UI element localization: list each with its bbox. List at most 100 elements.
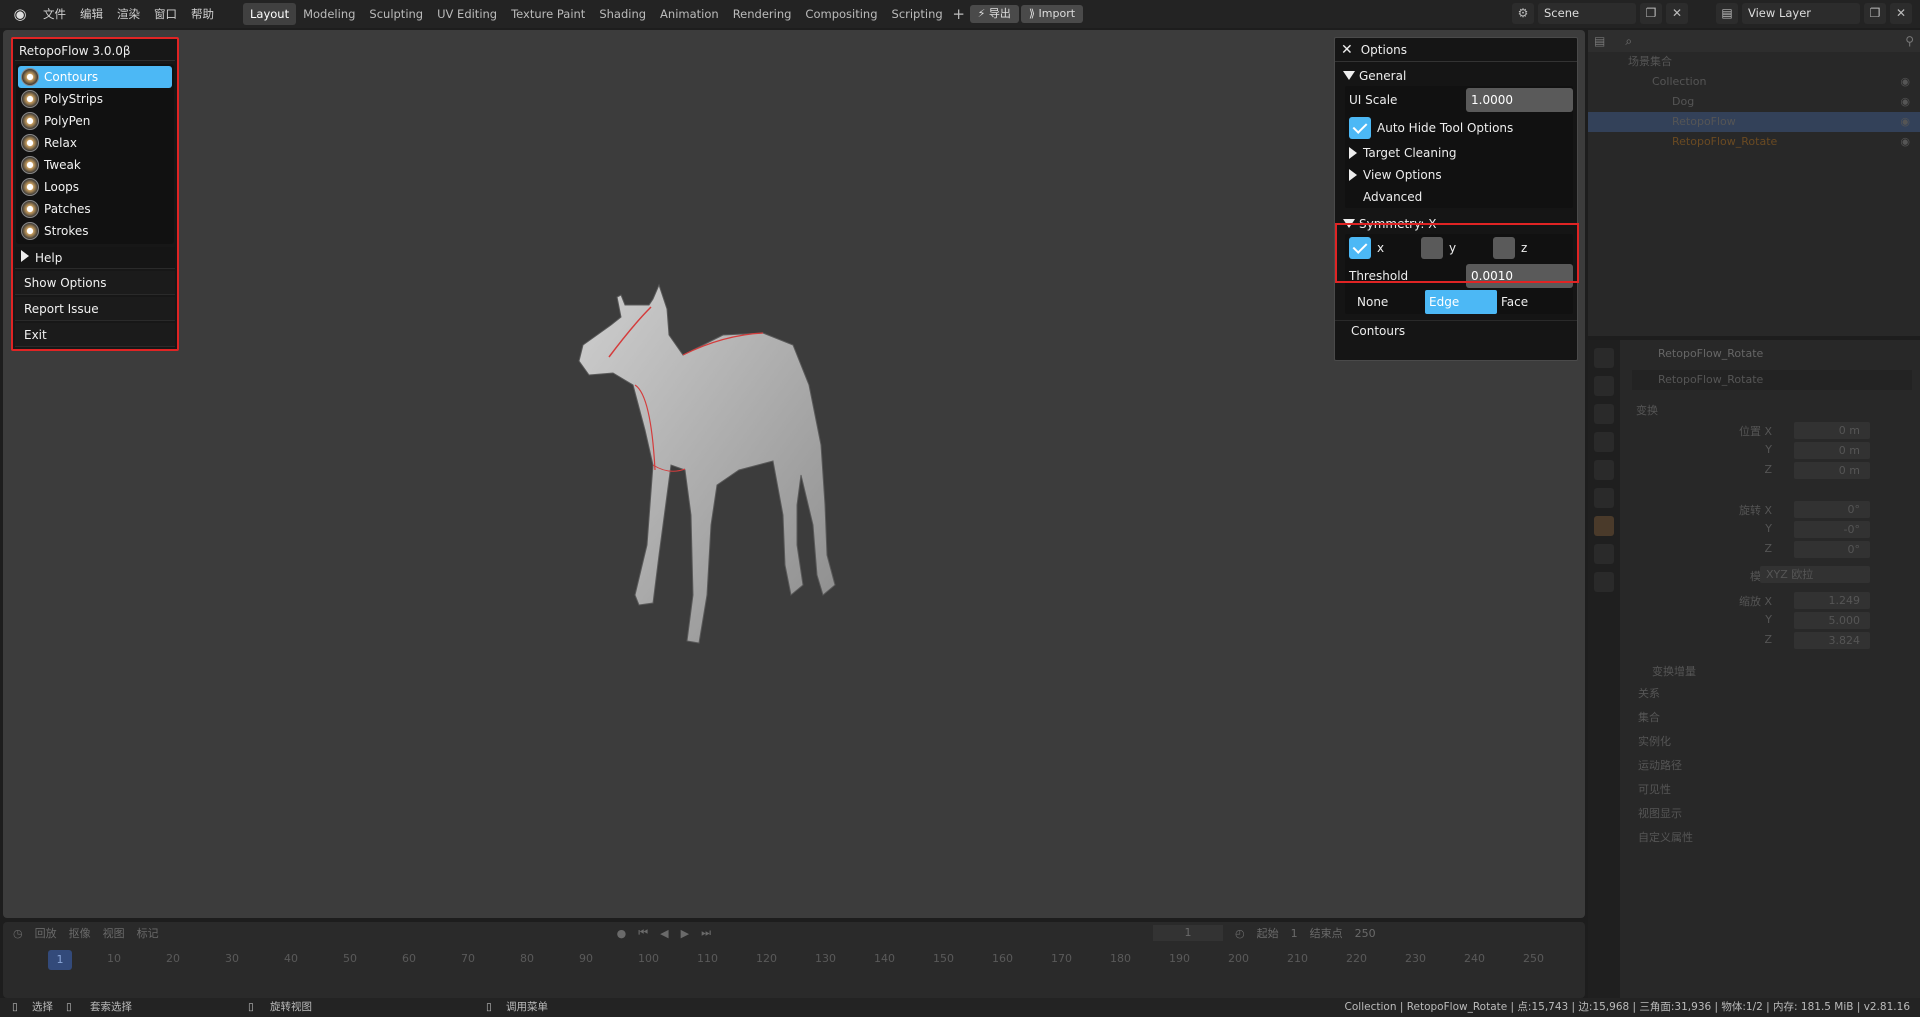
timeline-ruler[interactable]: 1 10 20 30 40 50 60 70 80 90 100 110 120 130 140 150 16… — [3, 950, 1585, 970]
help-toggle[interactable]: Help — [15, 247, 175, 269]
eye-icon[interactable]: ◉ — [1900, 112, 1910, 132]
close-icon[interactable]: ✕ — [1341, 42, 1353, 58]
object-name-field[interactable]: RetopoFlow_Rotate — [1632, 370, 1912, 390]
import-button[interactable]: ⟫ Import — [1020, 5, 1084, 23]
display-edge-option[interactable]: Edge — [1425, 290, 1497, 314]
tab-scripting[interactable]: Scripting — [885, 3, 950, 25]
scene-icon[interactable]: ⚙ — [1512, 3, 1534, 24]
scene-tab-icon[interactable] — [1594, 460, 1614, 480]
physics-tab-icon[interactable] — [1594, 572, 1614, 592]
scene-field[interactable]: Scene — [1538, 3, 1636, 24]
tab-shading[interactable]: Shading — [592, 3, 653, 25]
add-workspace-icon[interactable]: + — [950, 5, 968, 23]
end-field[interactable]: 250 — [1355, 927, 1376, 940]
tool-strokes[interactable]: Strokes — [18, 220, 172, 242]
tool-tweak[interactable]: Tweak — [18, 154, 172, 176]
menu-file[interactable]: 文件 — [36, 6, 73, 22]
outliner-item-retopoflow-rotate[interactable]: RetopoFlow_Rotate ◉ — [1588, 132, 1920, 152]
visibility-section[interactable]: 可见性 — [1638, 781, 1671, 797]
world-tab-icon[interactable] — [1594, 488, 1614, 508]
display-none-option[interactable]: None — [1353, 290, 1425, 314]
current-frame-field[interactable]: 1 — [1152, 925, 1223, 941]
modifier-tab-icon[interactable] — [1594, 544, 1614, 564]
report-issue-button[interactable]: Report Issue — [15, 297, 175, 321]
output-tab-icon[interactable] — [1594, 404, 1614, 424]
symmetry-z-checkbox[interactable] — [1493, 237, 1515, 259]
view-options-toggle[interactable]: View Options — [1345, 164, 1573, 186]
menu-render[interactable]: 渲染 — [110, 6, 147, 22]
scale-z-field[interactable]: 3.824 — [1794, 632, 1870, 649]
display-face-option[interactable]: Face — [1497, 290, 1569, 314]
menu-window[interactable]: 窗口 — [147, 6, 184, 22]
eye-icon[interactable]: ◉ — [1900, 72, 1910, 92]
tab-layout[interactable]: Layout — [243, 3, 297, 25]
record-icon[interactable]: ● — [617, 927, 627, 940]
location-z-field[interactable]: 0 m — [1794, 462, 1870, 479]
rotation-z-field[interactable]: 0° — [1794, 541, 1870, 558]
auto-hide-checkbox[interactable] — [1349, 117, 1371, 139]
delete-view-layer-icon[interactable]: ✕ — [1890, 3, 1912, 24]
collections-section[interactable]: 集合 — [1638, 709, 1660, 725]
relations-section[interactable]: 关系 — [1638, 685, 1660, 701]
delete-scene-icon[interactable]: ✕ — [1666, 3, 1688, 24]
viewport-display-section[interactable]: 视图显示 — [1638, 805, 1682, 821]
threshold-input[interactable]: 0.0010 — [1466, 264, 1573, 288]
outliner-item-retopoflow[interactable]: RetopoFlow ◉ — [1588, 112, 1920, 132]
tool-relax[interactable]: Relax — [18, 132, 172, 154]
jump-start-icon[interactable]: ⏮ — [638, 926, 648, 940]
eye-icon[interactable]: ◉ — [1900, 92, 1910, 112]
tab-uv-editing[interactable]: UV Editing — [430, 3, 504, 25]
location-x-field[interactable]: 0 m — [1794, 422, 1870, 439]
motion-paths-section[interactable]: 运动路径 — [1638, 757, 1682, 773]
custom-properties-section[interactable]: 自定义属性 — [1638, 829, 1693, 845]
jump-end-icon[interactable]: ⏭ — [701, 926, 711, 940]
target-cleaning-toggle[interactable]: Target Cleaning — [1345, 142, 1573, 164]
instancing-section[interactable]: 实例化 — [1638, 733, 1671, 749]
tool-loops[interactable]: Loops — [18, 176, 172, 198]
eye-icon[interactable]: ◉ — [1900, 132, 1910, 152]
play-icon[interactable]: ▶ — [681, 927, 689, 940]
tool-patches[interactable]: Patches — [18, 198, 172, 220]
scale-y-field[interactable]: 5.000 — [1794, 612, 1870, 629]
playhead[interactable]: 1 — [48, 950, 72, 970]
tab-compositing[interactable]: Compositing — [798, 3, 884, 25]
tab-animation[interactable]: Animation — [653, 3, 726, 25]
new-scene-icon[interactable]: ❐ — [1640, 3, 1662, 24]
retopoflow-title[interactable]: RetopoFlow 3.0.0β — [15, 41, 175, 61]
scale-x-field[interactable]: 1.249 — [1794, 592, 1870, 609]
display-mode-icon[interactable]: ▤ — [1594, 34, 1605, 48]
transform-section[interactable]: 变换 — [1636, 402, 1658, 418]
menu-edit[interactable]: 编辑 — [73, 6, 110, 22]
editor-type-icon[interactable]: ◷ — [13, 927, 23, 940]
tab-texture-paint[interactable]: Texture Paint — [504, 3, 592, 25]
symmetry-y-checkbox[interactable] — [1421, 237, 1443, 259]
playback-menu[interactable]: 回放 — [35, 925, 57, 941]
symmetry-x-checkbox[interactable] — [1349, 237, 1371, 259]
tab-modeling[interactable]: Modeling — [296, 3, 362, 25]
filter-icon[interactable]: ⚲ — [1905, 34, 1914, 48]
keying-menu[interactable]: 抠像 — [69, 925, 91, 941]
symmetry-section-toggle[interactable]: Symmetry: X — [1335, 214, 1577, 234]
tool-contours[interactable]: Contours — [18, 66, 172, 88]
new-view-layer-icon[interactable]: ❐ — [1864, 3, 1886, 24]
location-y-field[interactable]: 0 m — [1794, 442, 1870, 459]
view-menu[interactable]: 视图 — [103, 925, 125, 941]
tool-tab-icon[interactable] — [1594, 348, 1614, 368]
scene-collection-row[interactable]: 场景集合 — [1588, 52, 1920, 72]
auto-hide-row[interactable]: Auto Hide Tool Options — [1345, 114, 1573, 142]
rotation-x-field[interactable]: 0° — [1794, 501, 1870, 518]
view-layer-field[interactable]: View Layer — [1742, 3, 1860, 24]
advanced-toggle[interactable]: Advanced — [1345, 186, 1573, 208]
rotation-y-field[interactable]: -0° — [1794, 521, 1870, 538]
collection-row[interactable]: Collection ◉ — [1588, 72, 1920, 92]
delta-transform-section[interactable]: 变换增量 — [1652, 663, 1696, 679]
blender-logo-icon[interactable]: ◉ — [10, 4, 30, 24]
rotation-mode-select[interactable]: XYZ 欧拉 — [1760, 566, 1870, 583]
tool-polystrips[interactable]: PolyStrips — [18, 88, 172, 110]
contours-section-toggle[interactable]: Contours — [1335, 320, 1577, 340]
outliner-item-dog[interactable]: Dog ◉ — [1588, 92, 1920, 112]
outliner-search-icon[interactable]: ⌕ — [1625, 34, 1632, 49]
exit-button[interactable]: Exit — [15, 323, 175, 347]
object-tab-icon[interactable] — [1594, 516, 1614, 536]
tab-sculpting[interactable]: Sculpting — [362, 3, 430, 25]
